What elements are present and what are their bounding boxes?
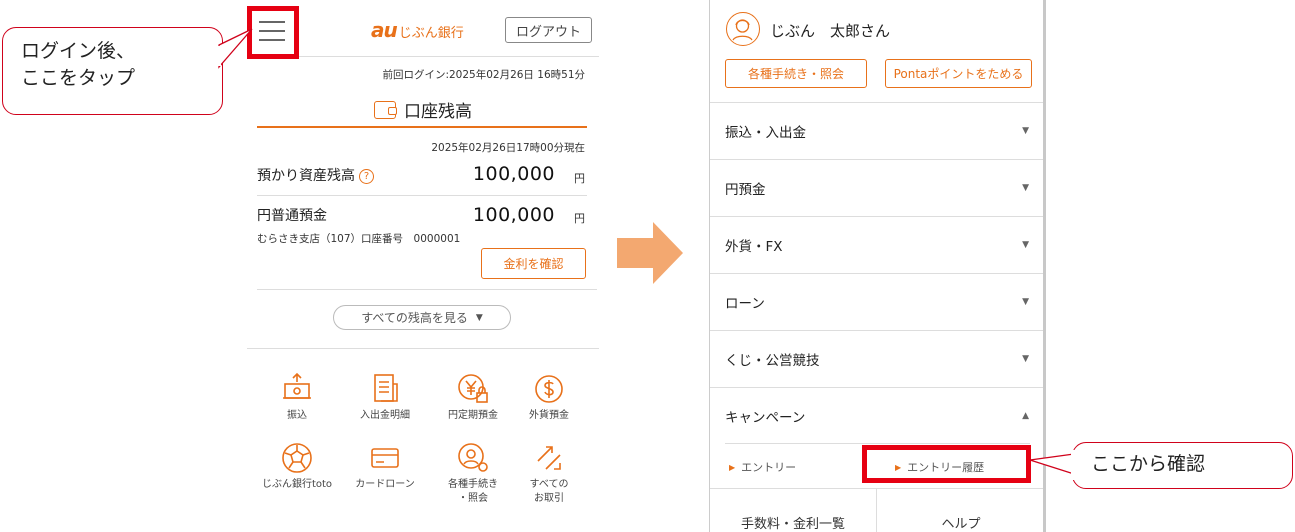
soccer-ball-icon [279, 441, 315, 475]
menu-row-transfer[interactable]: 振込・入出金 ▼ [710, 102, 1045, 159]
total-assets-label-wrap: 預かり資産残高? [257, 165, 374, 185]
menu-toto[interactable]: じぶん銀行toto [253, 441, 341, 492]
caret-down-icon: ▼ [475, 312, 483, 323]
arrows-icon [531, 441, 567, 475]
caret-down-icon: ▼ [1022, 183, 1029, 193]
savings-label: 円普通預金 [257, 208, 327, 224]
menu-row-label: キャンペーン [725, 410, 806, 426]
check-interest-button[interactable]: 金利を確認 [481, 248, 586, 279]
ponta-button[interactable]: Pontaポイントをためる [885, 59, 1032, 88]
menu-row-label: 外貨・FX [725, 239, 783, 255]
callout-pointer-mask [1071, 450, 1075, 480]
menu-row-label: ローン [725, 296, 765, 312]
balance-section-title: 口座残高 [247, 97, 599, 122]
login-tap-callout: ログイン後、 ここをタップ [2, 27, 223, 115]
confirm-here-callout: ここから確認 [1072, 442, 1293, 489]
callout-pointer [218, 28, 253, 69]
menu-label: 各種手続き ・照会 [448, 479, 498, 504]
procedures-button[interactable]: 各種手続き・照会 [725, 59, 867, 88]
callout-line-2: ここをタップ [21, 67, 136, 89]
menu-card-loan[interactable]: カードローン [341, 441, 429, 492]
menu-label: じぶん銀行toto [261, 479, 333, 490]
as-of-timestamp: 2025年02月26日17時00分現在 [431, 142, 585, 154]
bank-logo: au じぶん銀行 [371, 18, 464, 42]
menu-row-yen-deposit[interactable]: 円預金 ▼ [710, 159, 1045, 216]
menu-row-label: くじ・公営競技 [725, 353, 820, 369]
user-name: じぶん 太郎さん [770, 22, 891, 40]
caret-down-icon: ▼ [1022, 297, 1029, 307]
entry-history-highlight-box [862, 445, 1031, 483]
menu-time-deposit[interactable]: 円定期預金 [429, 372, 517, 423]
logout-button[interactable]: ログアウト [505, 17, 592, 43]
branch-account-info: むらさき支店（107）口座番号 0000001 [257, 233, 461, 245]
callout-pointer [1029, 453, 1075, 475]
row-divider [257, 289, 597, 290]
savings-unit: 円 [574, 212, 585, 225]
credit-card-icon [367, 441, 403, 475]
total-assets-amount: 100,000 [472, 163, 555, 185]
triangle-right-icon: ▶ [729, 462, 736, 472]
statement-icon [367, 372, 403, 406]
fees-rates-label: 手数料・金利一覧 [740, 517, 845, 532]
menu-label: 振込 [287, 410, 307, 421]
menu-transfer[interactable]: 振込 [253, 372, 341, 423]
total-assets-label: 預かり資産残高 [257, 168, 355, 184]
savings-amount: 100,000 [472, 204, 555, 226]
caret-down-icon: ▼ [1022, 354, 1029, 364]
caret-down-icon: ▼ [1022, 240, 1029, 250]
yen-lock-icon [455, 372, 491, 406]
menu-all-transactions[interactable]: すべての お取引 [505, 441, 593, 506]
view-all-balances-label: すべての残高を見る [361, 311, 468, 325]
help-link[interactable]: ヘルプ [877, 488, 1045, 532]
menu-label: 外貨預金 [529, 410, 569, 421]
section-divider [247, 348, 599, 349]
menu-label: 入出金明細 [360, 410, 410, 421]
caret-up-icon: ▲ [1022, 411, 1029, 421]
menu-label: カードローン [355, 479, 415, 490]
callout-line-1: ログイン後、 [21, 40, 136, 62]
user-avatar-icon [726, 12, 760, 46]
top-page-screen: au じぶん銀行 ログアウト 前回ログイン:2025年02月26日 16時51分 … [247, 0, 599, 532]
callout-text: ここから確認 [1091, 453, 1206, 475]
menu-statement[interactable]: 入出金明細 [341, 372, 429, 423]
sub-divider [725, 443, 1030, 444]
menu-row-lottery[interactable]: くじ・公営競技 ▼ [710, 330, 1045, 387]
logo-au-mark: au [371, 18, 398, 42]
transfer-icon [279, 372, 315, 406]
fees-rates-link[interactable]: 手数料・金利一覧 [710, 488, 877, 532]
hamburger-highlight-box [247, 6, 299, 59]
help-label: ヘルプ [941, 517, 981, 532]
total-assets-unit: 円 [574, 172, 585, 185]
menu-label: すべての お取引 [529, 479, 569, 504]
menu-procedures[interactable]: 各種手続き ・照会 [429, 441, 517, 506]
wallet-icon [374, 100, 397, 119]
menu-row-fx[interactable]: 外貨・FX ▼ [710, 216, 1045, 273]
last-login-text: 前回ログイン:2025年02月26日 16時51分 [382, 69, 585, 81]
menu-row-label: 円預金 [725, 182, 766, 198]
entry-link[interactable]: ▶ エントリー [729, 459, 796, 475]
logo-bank-name: じぶん銀行 [398, 26, 464, 41]
balance-section-label: 口座残高 [404, 102, 472, 122]
caret-down-icon: ▼ [1022, 126, 1029, 136]
menu-row-label: 振込・入出金 [725, 125, 806, 141]
menu-foreign-deposit[interactable]: 外貨預金 [505, 372, 593, 423]
row-divider [257, 195, 587, 196]
title-underline [257, 126, 587, 128]
header-divider [247, 56, 599, 57]
menu-row-campaign[interactable]: キャンペーン ▲ [710, 387, 1045, 444]
view-all-balances-button[interactable]: すべての残高を見る ▼ [333, 305, 511, 330]
person-gear-icon [455, 441, 491, 475]
next-step-arrow-icon [617, 222, 683, 284]
help-icon[interactable]: ? [359, 169, 374, 184]
menu-row-loan[interactable]: ローン ▼ [710, 273, 1045, 330]
entry-label: エントリー [741, 461, 797, 474]
menu-label: 円定期預金 [448, 410, 498, 421]
dollar-icon [531, 372, 567, 406]
